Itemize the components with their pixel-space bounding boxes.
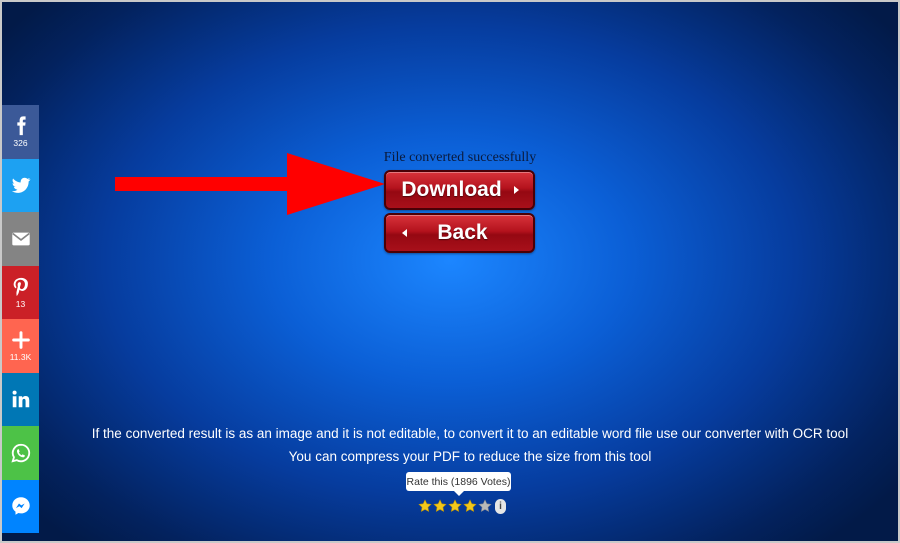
back-button-label: Back [437, 221, 488, 244]
star-icon[interactable] [463, 499, 477, 513]
caret-right-icon [514, 186, 519, 194]
compress-info-text: You can compress your PDF to reduce the … [40, 449, 900, 464]
total-share-count: 11.3K [9, 352, 32, 363]
plus-icon [11, 331, 30, 350]
share-messenger-button[interactable] [2, 479, 39, 533]
share-more-button[interactable]: 11.3K [2, 319, 39, 373]
compress-info-link[interactable]: You can compress your PDF to reduce the … [289, 449, 652, 464]
email-icon [11, 232, 30, 246]
whatsapp-icon [10, 443, 30, 463]
rating-info-icon[interactable]: i [495, 498, 506, 514]
share-twitter-button[interactable] [2, 158, 39, 212]
ocr-info-text: If the converted result is as an image a… [40, 426, 900, 441]
share-email-button[interactable] [2, 212, 39, 266]
star-icon[interactable] [448, 499, 462, 513]
caret-left-icon [402, 229, 407, 237]
share-pinterest-button[interactable]: 13 [2, 265, 39, 319]
pinterest-icon [13, 277, 28, 296]
star-icon[interactable] [418, 499, 432, 513]
linkedin-icon [12, 390, 29, 408]
ocr-info-link[interactable]: If the converted result is as an image a… [92, 426, 848, 441]
back-button[interactable]: Back [384, 213, 535, 253]
facebook-icon [16, 116, 26, 136]
facebook-share-count: 326 [13, 138, 28, 149]
share-bar: 326 13 11.3K [2, 105, 39, 533]
conversion-status-text: File converted successfully [383, 150, 537, 165]
download-button[interactable]: Download [384, 170, 535, 210]
twitter-icon [11, 177, 30, 194]
download-button-label: Download [401, 178, 502, 201]
star-icon[interactable] [433, 499, 447, 513]
messenger-icon [11, 497, 30, 515]
rating-tooltip: Rate this (1896 Votes) [406, 472, 511, 496]
star-rating: i [418, 498, 506, 514]
star-icon[interactable] [478, 499, 492, 513]
share-facebook-button[interactable]: 326 [2, 105, 39, 159]
share-linkedin-button[interactable] [2, 372, 39, 426]
share-whatsapp-button[interactable] [2, 426, 39, 480]
pinterest-share-count: 13 [15, 298, 26, 309]
